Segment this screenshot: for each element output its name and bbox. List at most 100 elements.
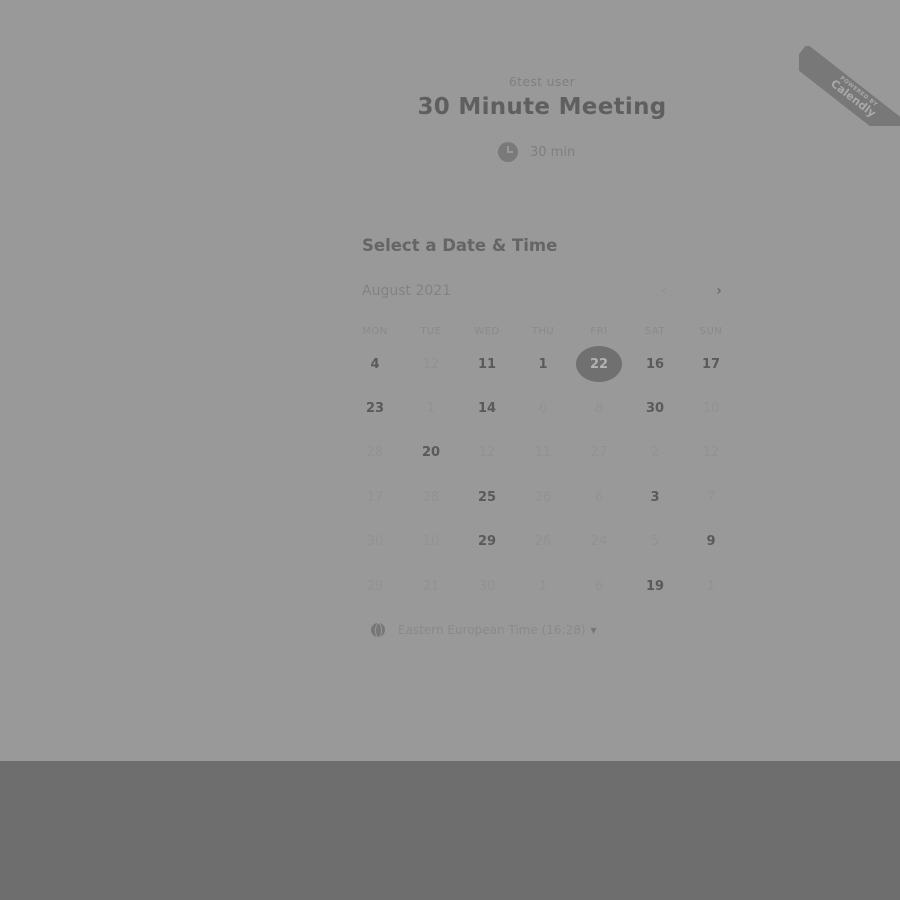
chevron-right-icon[interactable]: › [708,280,730,302]
powered-by-ribbon[interactable]: POWERED BY Calendly [799,46,900,126]
day-number: 1 [538,578,548,594]
selected-day[interactable]: 22 [571,342,627,386]
day-number: 27 [590,445,608,461]
unavailable-day: 28 [403,475,459,519]
chevron-left-icon[interactable]: ‹ [653,280,675,302]
event-title: 30 Minute Meeting [417,94,667,120]
calendar-grid: 4 12 11 1 22 16 17 23 1 14 6 8 30 10 28 20 12 11 27 2 12 17 28… [347,342,739,608]
weekday-label: TUE [420,326,442,337]
day-number: 6 [538,401,548,417]
day-number: 14 [477,401,497,417]
unavailable-day: 5 [627,520,683,564]
day-number: 6 [594,578,604,594]
day-number: 30 [478,578,496,594]
unavailable-day: 10 [403,520,459,564]
day-number: 3 [650,489,660,505]
day-number: 11 [477,356,497,372]
day-number: 22 [576,346,622,383]
bottom-overlay [0,761,900,900]
day-number: 24 [590,534,608,550]
available-day[interactable]: 4 [347,342,403,386]
day-number: 25 [477,489,497,505]
unavailable-day: 17 [347,475,403,519]
available-day[interactable]: 23 [347,386,403,430]
day-number: 26 [534,534,552,550]
day-number: 11 [534,445,552,461]
day-number: 23 [365,401,385,417]
available-day[interactable]: 3 [627,475,683,519]
unavailable-day: 26 [515,520,571,564]
unavailable-day: 7 [683,475,739,519]
available-day[interactable]: 20 [403,431,459,475]
day-number: 7 [706,489,716,505]
globe-icon [371,623,385,638]
weekday-header: MON TUE WED THU FRI SAT SUN [347,326,739,337]
available-day[interactable]: 9 [683,520,739,564]
day-number: 1 [538,356,548,372]
day-number: 30 [645,401,665,417]
available-day[interactable]: 29 [459,520,515,564]
available-day[interactable]: 30 [627,386,683,430]
weekday-label: THU [531,326,555,337]
clock-icon [498,142,518,162]
day-number: 5 [650,534,660,550]
available-day[interactable]: 1 [515,342,571,386]
section-title: Select a Date & Time [362,236,558,255]
day-number: 10 [702,401,720,417]
day-number: 28 [422,489,440,505]
unavailable-day: 10 [683,386,739,430]
day-number: 19 [645,578,665,594]
weekday-label: SUN [699,326,723,337]
day-number: 9 [706,534,716,550]
available-day[interactable]: 16 [627,342,683,386]
powered-by-badge[interactable]: POWERED BY Calendly [799,46,900,126]
unavailable-day: 6 [515,386,571,430]
day-number: 20 [421,445,441,461]
day-number: 12 [702,445,720,461]
day-number: 21 [422,578,440,594]
day-number: 10 [422,534,440,550]
day-number: 8 [594,401,604,417]
caret-down-icon: ▼ [590,625,597,635]
unavailable-day: 8 [571,386,627,430]
timezone-selector[interactable]: Eastern European Time (16:28) ▼ [371,623,597,638]
unavailable-day: 1 [683,564,739,608]
unavailable-day: 29 [347,564,403,608]
unavailable-day: 30 [459,564,515,608]
day-number: 4 [370,356,380,372]
booking-page: POWERED BY Calendly 6test user 30 Minute… [0,0,900,761]
day-number: 2 [650,445,660,461]
available-day[interactable]: 14 [459,386,515,430]
unavailable-day: 24 [571,520,627,564]
weekday-label: MON [362,326,388,337]
duration-label: 30 min [530,144,576,160]
available-day[interactable]: 17 [683,342,739,386]
weekday-label: FRI [590,326,608,337]
available-day[interactable]: 11 [459,342,515,386]
unavailable-day: 1 [515,564,571,608]
event-duration: 30 min [498,142,575,162]
day-number: 29 [477,534,497,550]
day-number: 17 [366,489,384,505]
unavailable-day: 6 [571,475,627,519]
unavailable-day: 1 [403,386,459,430]
unavailable-day: 27 [571,431,627,475]
weekday-label: SAT [644,326,666,337]
day-number: 12 [478,445,496,461]
unavailable-day: 21 [403,564,459,608]
day-number: 29 [366,578,384,594]
weekday-label: WED [474,326,500,337]
day-number: 30 [366,534,384,550]
available-day[interactable]: 19 [627,564,683,608]
unavailable-day: 11 [515,431,571,475]
unavailable-day: 12 [459,431,515,475]
available-day[interactable]: 25 [459,475,515,519]
unavailable-day: 12 [683,431,739,475]
day-number: 1 [706,578,716,594]
unavailable-day: 12 [403,342,459,386]
unavailable-day: 26 [515,475,571,519]
day-number: 17 [701,356,721,372]
unavailable-day: 30 [347,520,403,564]
month-label: August 2021 [362,283,452,299]
timezone-label: Eastern European Time (16:28) [398,623,586,637]
